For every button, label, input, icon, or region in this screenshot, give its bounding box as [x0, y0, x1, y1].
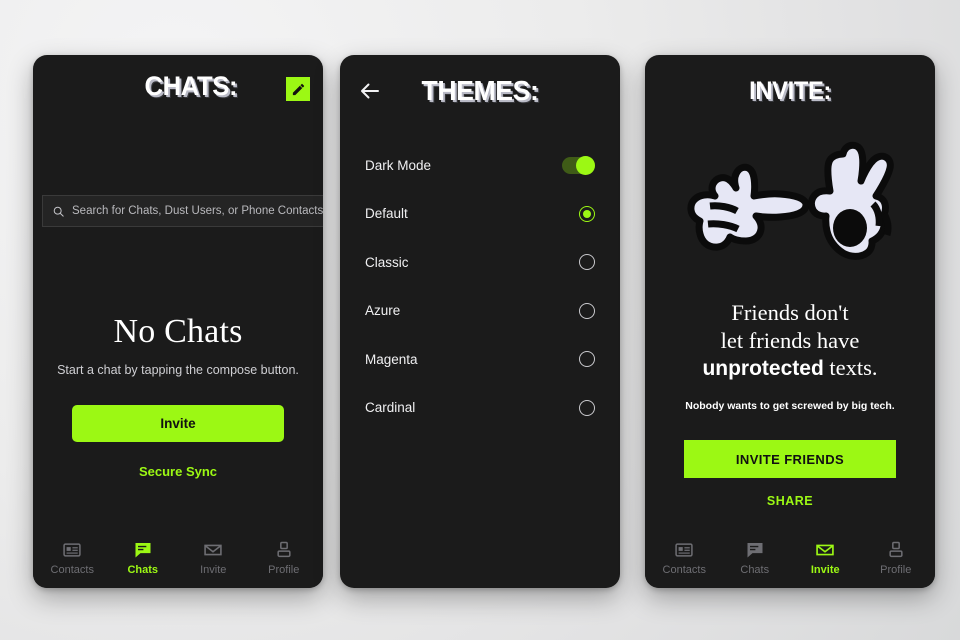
- contact-card-icon: [63, 543, 81, 557]
- theme-label: Default: [365, 206, 408, 222]
- invite-tagline: Friends don't let friends have unprotect…: [645, 299, 935, 382]
- tagline-line-2: let friends have: [720, 327, 860, 353]
- nav-label: Contacts: [50, 564, 94, 576]
- chat-bubble-icon: [135, 543, 151, 558]
- person-icon: [889, 541, 903, 558]
- themes-header: THEMES:: [340, 55, 620, 127]
- nav-label: Invite: [810, 564, 840, 576]
- radio-cardinal[interactable]: [579, 399, 595, 416]
- theme-row-classic[interactable]: Classic: [340, 238, 620, 287]
- empty-state-description: Start a chat by tapping the compose butt…: [57, 363, 299, 377]
- tagline-line-3: unprotected texts.: [661, 354, 919, 382]
- page-title: INVITE:: [749, 76, 831, 105]
- radio-default[interactable]: [579, 205, 595, 222]
- secure-sync-link[interactable]: Secure Sync: [57, 464, 299, 479]
- envelope-icon: [204, 544, 222, 556]
- nav-label: Profile: [880, 564, 912, 576]
- chats-header: CHATS:: [33, 55, 323, 117]
- theme-row-dark-mode[interactable]: Dark Mode: [340, 141, 620, 190]
- nav-item-invite[interactable]: Invite: [181, 540, 245, 576]
- invite-subline: Nobody wants to get screwed by big tech.: [685, 400, 895, 413]
- envelope-icon: [816, 544, 834, 556]
- page-title: CHATS:: [144, 70, 238, 101]
- person-icon: [277, 541, 291, 558]
- theme-label: Dark Mode: [365, 157, 432, 173]
- radio-azure[interactable]: [579, 302, 595, 319]
- search-placeholder-text: Search for Chats, Dust Users, or Phone C…: [72, 205, 323, 217]
- theme-row-azure[interactable]: Azure: [340, 287, 620, 336]
- empty-state: No Chats Start a chat by tapping the com…: [33, 313, 323, 479]
- page-title: THEMES:: [421, 75, 539, 106]
- arrow-left-icon[interactable]: [358, 79, 382, 103]
- empty-state-heading: No Chats: [113, 313, 243, 350]
- compose-button[interactable]: [286, 77, 310, 101]
- tagline-line-1: Friends don't: [731, 300, 849, 325]
- invite-friends-button[interactable]: INVITE FRIENDS: [684, 440, 896, 479]
- theme-label: Magenta: [365, 351, 418, 367]
- search-input[interactable]: Search for Chats, Dust Users, or Phone C…: [42, 195, 323, 227]
- theme-row-cardinal[interactable]: Cardinal: [340, 384, 620, 433]
- pencil-icon: [292, 83, 304, 95]
- theme-label: Cardinal: [365, 400, 416, 416]
- invite-header: INVITE:: [645, 55, 935, 127]
- invite-button[interactable]: Invite: [72, 404, 284, 442]
- nav-label: Chats: [127, 564, 159, 576]
- tagline-bold-word: unprotected: [702, 357, 824, 381]
- cartoon-hands-pointing-ok-icon: [687, 141, 894, 260]
- bottom-nav: Contacts Chats Invite Profile: [33, 532, 323, 588]
- nav-label: Contacts: [662, 564, 706, 576]
- nav-item-contacts[interactable]: Contacts: [652, 540, 716, 576]
- tagline-tail: texts.: [823, 355, 878, 381]
- share-link[interactable]: SHARE: [645, 494, 935, 508]
- theme-label: Classic: [365, 254, 409, 270]
- nav-item-invite[interactable]: Invite: [793, 540, 857, 576]
- theme-label: Azure: [365, 303, 401, 319]
- themes-list: Dark Mode Default Classic Azure Magenta …: [340, 141, 620, 432]
- nav-item-profile[interactable]: Profile: [252, 540, 316, 576]
- nav-item-contacts[interactable]: Contacts: [40, 540, 104, 576]
- nav-item-chats[interactable]: Chats: [723, 540, 787, 576]
- dark-mode-toggle[interactable]: [562, 155, 595, 175]
- app-mockup-stage: CHATS: Search for Chats, Dust Users, or …: [0, 0, 960, 640]
- radio-magenta[interactable]: [579, 351, 595, 368]
- theme-row-default[interactable]: Default: [340, 190, 620, 239]
- nav-label: Chats: [740, 564, 770, 576]
- invite-screen-panel: INVITE: Friends don't let friends have u…: [645, 55, 935, 588]
- search-icon: [53, 206, 64, 217]
- hands-illustration: [645, 131, 935, 291]
- contact-card-icon: [675, 543, 693, 557]
- nav-label: Profile: [268, 564, 300, 576]
- bottom-nav: Contacts Chats Invite Profile: [645, 532, 935, 588]
- theme-row-magenta[interactable]: Magenta: [340, 335, 620, 384]
- chat-bubble-icon: [747, 543, 763, 558]
- nav-label: Invite: [200, 564, 227, 576]
- radio-classic[interactable]: [579, 254, 595, 271]
- chats-screen-panel: CHATS: Search for Chats, Dust Users, or …: [33, 55, 323, 588]
- nav-item-chats[interactable]: Chats: [111, 540, 175, 576]
- themes-screen-panel: THEMES: Dark Mode Default Classic Azure …: [340, 55, 620, 588]
- nav-item-profile[interactable]: Profile: [864, 540, 928, 576]
